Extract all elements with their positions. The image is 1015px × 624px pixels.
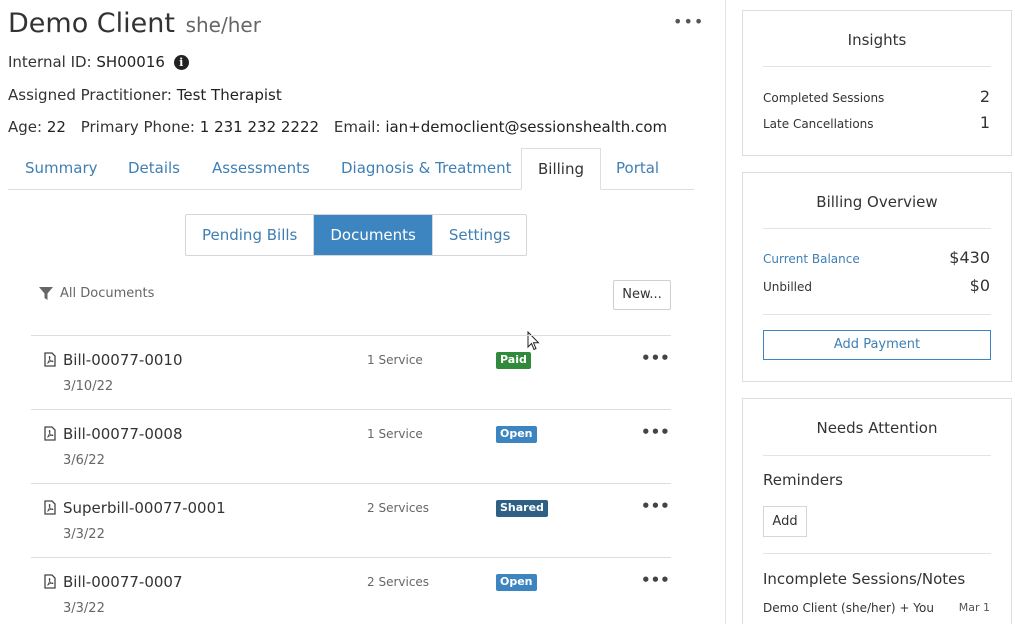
- needs-attention-title: Needs Attention: [816, 419, 938, 437]
- reminders-title: Reminders: [763, 471, 843, 489]
- billing-subtabs: Pending Bills Documents Settings: [185, 214, 528, 256]
- late-cancellations-row: Late Cancellations 1: [763, 113, 990, 132]
- subtab-documents[interactable]: Documents: [313, 215, 432, 255]
- email-label: Email:: [333, 118, 381, 136]
- document-row[interactable]: Superbill-00077-0001 3/3/22 2 Services S…: [31, 484, 671, 558]
- document-services: 1 Service: [367, 353, 423, 367]
- tab-diagnosis-treatment[interactable]: Diagnosis & Treatment: [341, 148, 511, 190]
- client-more-icon[interactable]: •••: [673, 12, 704, 31]
- tab-summary[interactable]: Summary: [25, 148, 98, 190]
- tab-assessments[interactable]: Assessments: [212, 148, 310, 190]
- client-name-heading: Demo Client she/her: [8, 8, 261, 39]
- document-services: 1 Service: [367, 427, 423, 441]
- unbilled-row: Unbilled $0: [763, 276, 990, 295]
- practitioner-label: Assigned Practitioner:: [8, 86, 172, 104]
- late-cancellations-value: 1: [979, 113, 990, 132]
- tab-portal[interactable]: Portal: [616, 148, 659, 190]
- documents-list: Bill-00077-0010 3/10/22 1 Service Paid •…: [31, 335, 671, 624]
- client-name: Demo Client: [8, 8, 175, 39]
- tab-billing[interactable]: Billing: [521, 148, 601, 190]
- divider: [763, 553, 991, 554]
- divider: [763, 314, 991, 315]
- document-date: 3/10/22: [63, 379, 114, 394]
- practitioner-value: Test Therapist: [176, 86, 282, 104]
- age-label: Age:: [8, 118, 43, 136]
- current-balance-value: $430: [949, 248, 990, 267]
- row-more-icon[interactable]: •••: [641, 571, 670, 589]
- completed-sessions-label: Completed Sessions: [763, 91, 885, 105]
- unbilled-value: $0: [969, 276, 990, 295]
- late-cancellations-label: Late Cancellations: [763, 117, 874, 131]
- email-value: ian+democlient@sessionshealth.com: [385, 118, 668, 136]
- incomplete-session-date: Mar 1: [958, 601, 990, 614]
- document-name[interactable]: Bill-00077-0007: [63, 573, 183, 591]
- billing-overview-title: Billing Overview: [816, 193, 938, 211]
- internal-id-line: Internal ID: SH00016 i: [8, 53, 189, 71]
- contact-line: Age: 22 Primary Phone: 1 231 232 2222 Em…: [8, 118, 667, 136]
- row-more-icon[interactable]: •••: [641, 497, 670, 515]
- tab-details[interactable]: Details: [128, 148, 180, 190]
- new-document-button[interactable]: New...: [613, 280, 671, 310]
- completed-sessions-value: 2: [979, 87, 990, 106]
- completed-sessions-row: Completed Sessions 2: [763, 87, 990, 106]
- divider: [763, 228, 991, 229]
- current-balance-link[interactable]: Current Balance: [763, 252, 860, 266]
- document-name[interactable]: Superbill-00077-0001: [63, 499, 226, 517]
- incomplete-sessions-title: Incomplete Sessions/Notes: [763, 570, 966, 588]
- document-row[interactable]: Bill-00077-0008 3/6/22 1 Service Open ••…: [31, 410, 671, 484]
- client-main-panel: Demo Client she/her ••• Internal ID: SH0…: [0, 0, 726, 624]
- filter-label: All Documents: [60, 286, 155, 301]
- document-services: 2 Services: [367, 501, 430, 515]
- needs-attention-card: Needs Attention Reminders Add Incomplete…: [742, 398, 1012, 624]
- documents-filter[interactable]: All Documents: [39, 286, 154, 301]
- pdf-file-icon: [44, 500, 56, 515]
- document-name[interactable]: Bill-00077-0008: [63, 425, 183, 443]
- incomplete-session-item[interactable]: Demo Client (she/her) + You Mar 1: [763, 601, 990, 615]
- insights-card: Insights Completed Sessions 2 Late Cance…: [742, 10, 1012, 156]
- status-badge: Open: [496, 574, 537, 591]
- status-badge: Shared: [496, 500, 548, 517]
- phone-label: Primary Phone:: [80, 118, 195, 136]
- incomplete-session-label: Demo Client (she/her) + You: [763, 601, 934, 615]
- add-reminder-button[interactable]: Add: [763, 506, 807, 537]
- client-pronouns: she/her: [185, 13, 261, 37]
- status-badge: Paid: [496, 352, 531, 369]
- billing-overview-card: Billing Overview Current Balance $430 Un…: [742, 172, 1012, 382]
- pdf-file-icon: [44, 426, 56, 441]
- pdf-file-icon: [44, 352, 56, 367]
- row-more-icon[interactable]: •••: [641, 349, 670, 367]
- age-value: 22: [46, 118, 66, 136]
- practitioner-line: Assigned Practitioner: Test Therapist: [8, 86, 282, 104]
- internal-id-value: SH00016: [96, 53, 165, 71]
- info-icon[interactable]: i: [173, 55, 189, 70]
- internal-id-label: Internal ID:: [8, 53, 92, 71]
- unbilled-label: Unbilled: [763, 280, 813, 294]
- document-row[interactable]: Bill-00077-0007 3/3/22 2 Services Open •…: [31, 558, 671, 624]
- filter-icon: [39, 286, 53, 300]
- subtab-settings[interactable]: Settings: [431, 215, 527, 255]
- phone-value: 1 231 232 2222: [199, 118, 320, 136]
- divider: [763, 66, 991, 67]
- document-date: 3/3/22: [63, 601, 105, 616]
- subtab-pending-bills[interactable]: Pending Bills: [186, 215, 313, 255]
- document-row[interactable]: Bill-00077-0010 3/10/22 1 Service Paid •…: [31, 336, 671, 410]
- document-name[interactable]: Bill-00077-0010: [63, 351, 183, 369]
- document-services: 2 Services: [367, 575, 430, 589]
- row-more-icon[interactable]: •••: [641, 423, 670, 441]
- current-balance-row: Current Balance $430: [763, 248, 990, 267]
- status-badge: Open: [496, 426, 537, 443]
- add-payment-button[interactable]: Add Payment: [763, 330, 991, 360]
- document-date: 3/3/22: [63, 527, 105, 542]
- pdf-file-icon: [44, 574, 56, 589]
- divider: [763, 455, 991, 456]
- client-tabs: Summary Details Assessments Diagnosis & …: [8, 148, 694, 190]
- document-date: 3/6/22: [63, 453, 105, 468]
- insights-title: Insights: [847, 31, 907, 49]
